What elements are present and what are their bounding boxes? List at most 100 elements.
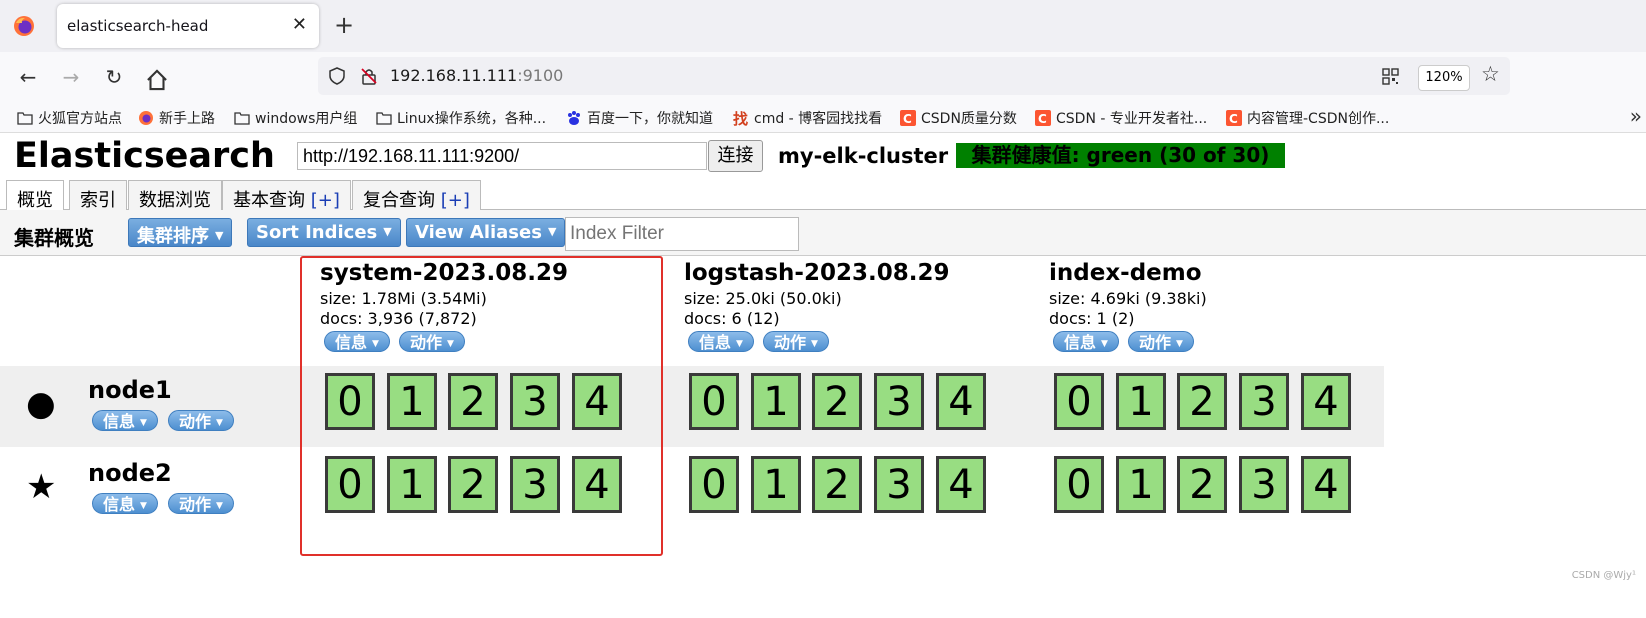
watermark: CSDN @Wjy¹ [1571,570,1636,581]
index-action-button[interactable]: 动作 ▼ [762,331,829,352]
index-info-button[interactable]: 信息 ▼ [688,331,754,352]
connect-url-input[interactable] [297,142,707,170]
connect-button[interactable]: 连接 [708,140,763,172]
folder-icon [17,112,33,125]
node-info-button[interactable]: 信息 ▼ [92,410,158,431]
shard-3[interactable]: 3 [874,456,924,513]
shield-icon[interactable] [328,67,346,85]
folder-icon [234,112,250,125]
bookmark-label: 新手上路 [159,111,215,127]
index-header: index-demo size: 4.69ki (9.38ki) docs: 1 (… [1049,260,1207,352]
tab-3[interactable]: 基本查询 [+] [222,180,351,211]
folder-icon [376,112,392,125]
forward-arrow-icon[interactable]: → [58,65,84,91]
insecure-lock-icon[interactable] [360,67,378,85]
qr-code-icon[interactable] [1382,68,1399,85]
home-icon[interactable] [144,67,170,93]
bookmark-item[interactable]: 火狐官方站点 [17,108,122,128]
cluster-sort-dropdown[interactable]: 集群排序 ▼ [128,218,233,247]
shard-2[interactable]: 2 [812,373,862,430]
svg-text:C: C [1229,112,1238,126]
shard-row: 01234 [1054,456,1354,514]
shard-0[interactable]: 0 [1054,373,1104,430]
csdn-icon: C [1226,110,1242,126]
shard-2[interactable]: 2 [812,456,862,513]
index-action-button[interactable]: 动作 ▼ [1127,331,1194,352]
sort-indices-dropdown[interactable]: Sort Indices ▼ [247,218,401,247]
bookmarks-overflow-icon[interactable]: » [1630,104,1642,128]
shard-0[interactable]: 0 [689,456,739,513]
tab-0[interactable]: 概览 [6,180,64,211]
bookmark-item[interactable]: windows用户组 [234,108,357,128]
new-tab-button[interactable]: + [334,11,354,39]
tab-label: 基本查询 [233,190,311,211]
node-info-button[interactable]: 信息 ▼ [92,493,158,514]
caret-down-icon: ▼ [140,501,147,511]
tab-1[interactable]: 索引 [69,180,127,211]
tab-plus[interactable]: [+] [311,190,340,211]
bookmark-item[interactable]: Linux操作系统，各种... [376,108,546,128]
shard-4[interactable]: 4 [936,456,986,513]
tab-label: 复合查询 [363,190,441,211]
zoom-level[interactable]: 120% [1418,65,1470,91]
index-name: index-demo [1049,260,1202,286]
shard-4[interactable]: 4 [1301,456,1351,513]
shard-1[interactable]: 1 [1116,456,1166,513]
bookmark-item[interactable]: 找 cmd - 博客园找找看 [733,108,882,128]
caret-down-icon: ▼ [215,501,223,511]
index-info-button[interactable]: 信息 ▼ [1053,331,1119,352]
shard-3[interactable]: 3 [1239,456,1289,513]
shard-4[interactable]: 4 [1301,373,1351,430]
bookmark-label: CSDN - 专业开发者社... [1056,111,1208,127]
caret-down-icon: ▼ [1101,339,1108,349]
shard-0[interactable]: 0 [1054,456,1104,513]
shard-1[interactable]: 1 [1116,373,1166,430]
shard-3[interactable]: 3 [874,373,924,430]
shard-1[interactable]: 1 [751,373,801,430]
tab-2[interactable]: 数据浏览 [128,180,222,211]
bookmark-label: 内容管理-CSDN创作... [1247,111,1390,127]
back-arrow-icon[interactable]: ← [15,65,41,91]
firefox-icon [139,111,153,125]
shard-3[interactable]: 3 [1239,373,1289,430]
shard-4[interactable]: 4 [936,373,986,430]
cluster-health-badge: 集群健康值: green (30 of 30) [956,143,1285,168]
shard-2[interactable]: 2 [1177,456,1227,513]
app-tab-bar: 概览 索引 数据浏览 基本查询 [+] 复合查询 [+] [0,178,1646,211]
bookmark-label: 火狐官方站点 [38,111,122,127]
bookmark-star-icon[interactable]: ☆ [1481,62,1500,86]
cnblogs-icon: 找 [733,110,748,126]
url-bar[interactable]: 192.168.11.111:9100 120% ☆ [318,57,1510,95]
view-aliases-dropdown[interactable]: View Aliases ▼ [406,218,566,247]
caret-down-icon: ▼ [1175,339,1183,349]
shard-1[interactable]: 1 [751,456,801,513]
bookmark-item[interactable]: C CSDN - 专业开发者社... [1035,108,1207,128]
overview-toolbar: 集群概览 集群排序 ▼ Sort Indices ▼ View Aliases ▼ [0,210,1646,256]
svg-text:找: 找 [733,110,748,126]
node-name: node2 [88,459,172,487]
app-title: Elasticsearch [14,136,275,176]
tab-close-icon[interactable]: ✕ [292,14,307,35]
shard-0[interactable]: 0 [689,373,739,430]
bookmark-item[interactable]: C 内容管理-CSDN创作... [1226,108,1389,128]
browser-tab-strip: elasticsearch-head ✕ + [0,0,1646,52]
url-text[interactable]: 192.168.11.111:9100 [390,66,563,85]
index-filter-input[interactable] [565,217,799,251]
node-action-button[interactable]: 动作 ▼ [167,493,234,514]
index-header: logstash-2023.08.29 size: 25.0ki (50.0ki)… [684,260,949,352]
bookmark-label: 百度一下，你就知道 [587,111,713,127]
tab-plus[interactable]: [+] [441,190,470,211]
caret-down-icon: ▼ [736,339,743,349]
index-name: logstash-2023.08.29 [684,260,950,286]
reload-icon[interactable]: ↻ [101,65,127,91]
bookmark-label: windows用户组 [255,111,358,127]
node-action-button[interactable]: 动作 ▼ [167,410,234,431]
caret-down-icon: ▼ [810,339,818,349]
bookmark-item[interactable]: C CSDN质量分数 [900,108,1017,128]
bookmark-item[interactable]: 新手上路 [138,108,215,128]
shard-2[interactable]: 2 [1177,373,1227,430]
browser-tab-active[interactable]: elasticsearch-head ✕ [57,4,319,48]
bookmark-item[interactable]: 百度一下，你就知道 [566,108,713,128]
tab-4[interactable]: 复合查询 [+] [352,180,481,211]
bookmark-label: CSDN质量分数 [921,111,1017,127]
